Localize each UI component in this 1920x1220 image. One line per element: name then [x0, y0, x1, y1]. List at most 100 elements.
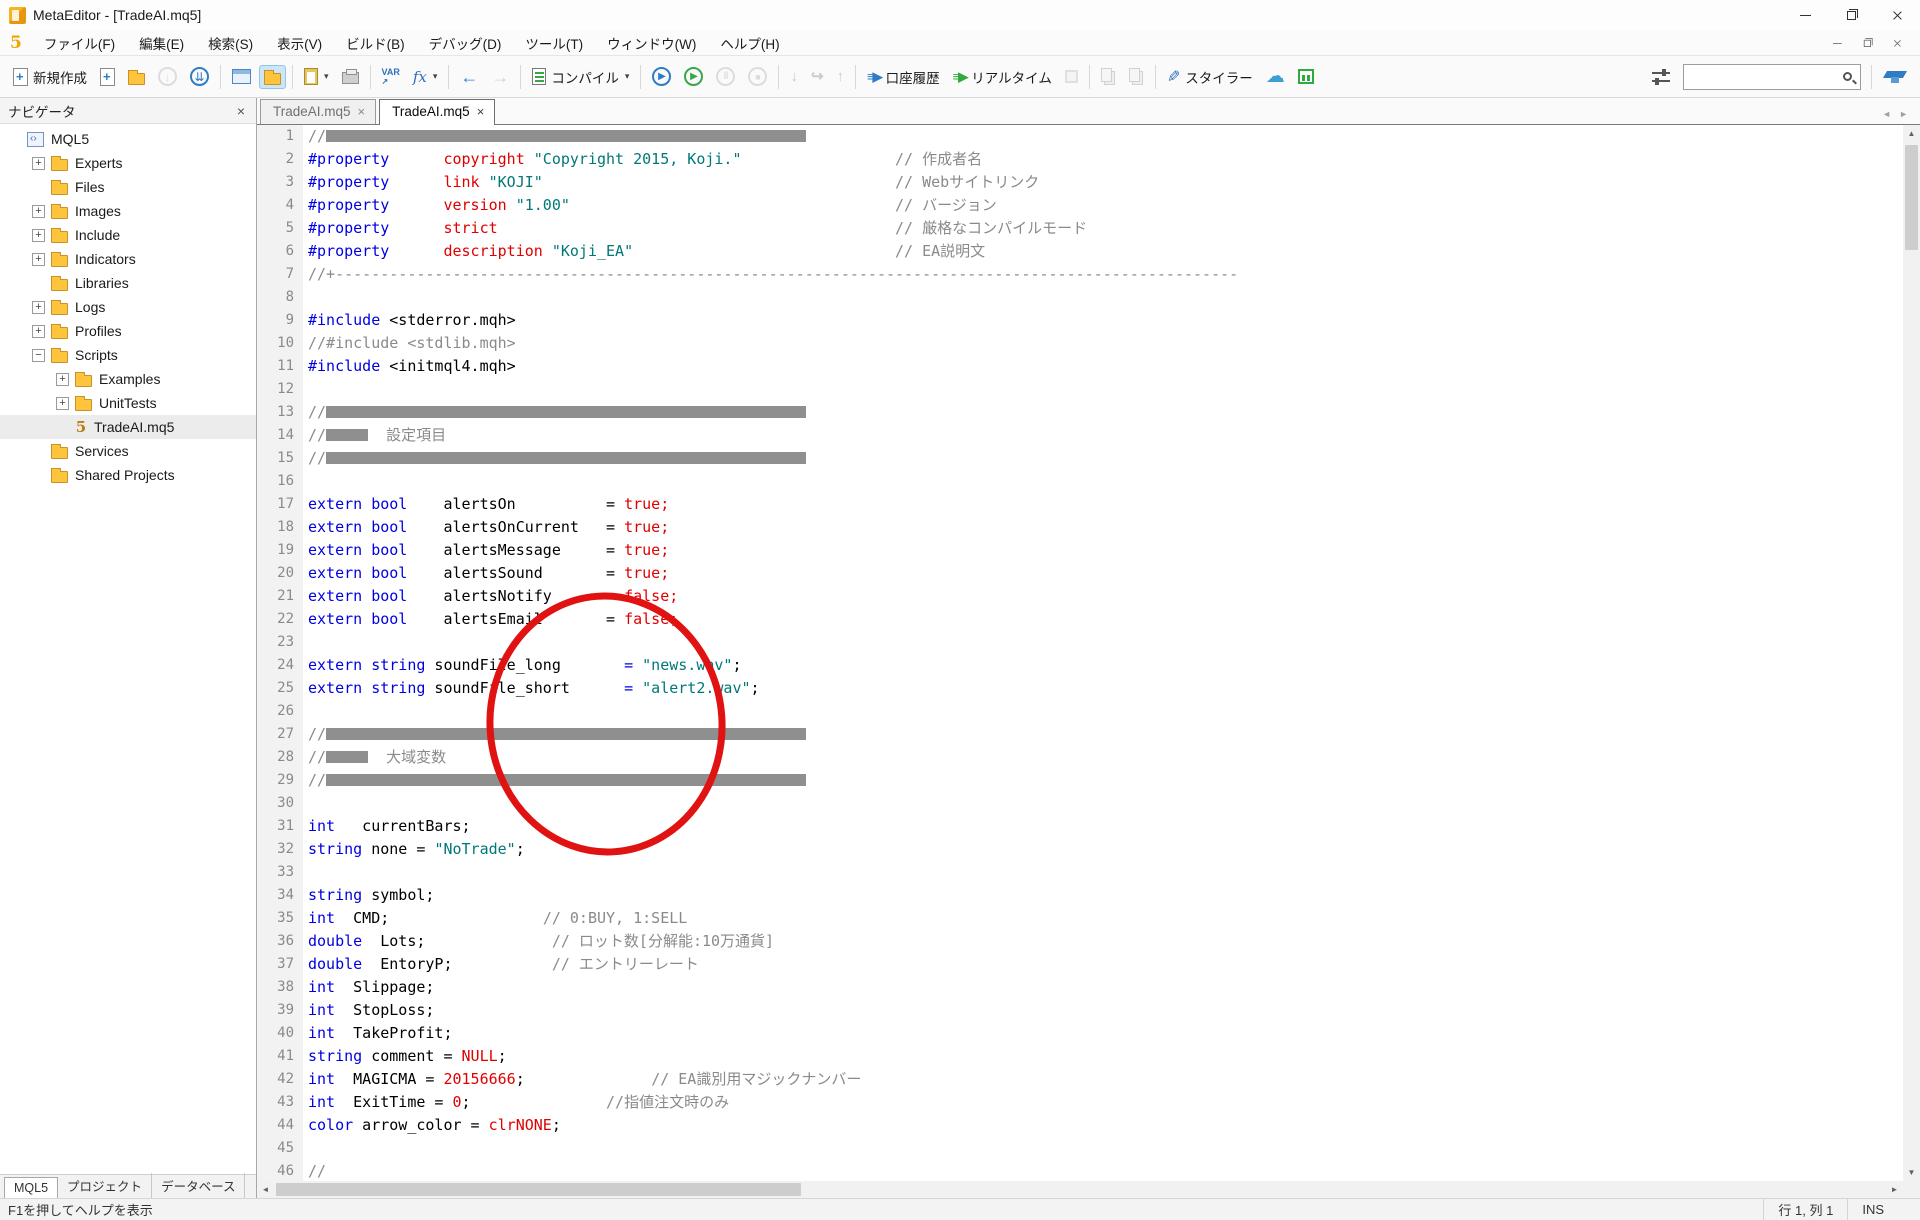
code-line[interactable]: 28// 大域変数 — [257, 746, 1903, 769]
code-line[interactable]: 24extern string soundFile_long = "news.w… — [257, 654, 1903, 677]
code-line[interactable]: 7//+------------------------------------… — [257, 263, 1903, 286]
navigate-back-button[interactable]: ← — [455, 65, 483, 89]
nav-tree-item[interactable]: +Images — [0, 199, 256, 223]
expand-plus-icon[interactable]: + — [32, 253, 45, 266]
stop-realtime-button[interactable] — [1060, 66, 1083, 87]
step-over-button[interactable]: ↪ — [806, 65, 829, 89]
collapse-minus-icon[interactable]: − — [32, 349, 45, 362]
styler-button[interactable]: ✎ スタイラー — [1162, 63, 1258, 91]
nav-tree-item[interactable]: +Include — [0, 223, 256, 247]
nav-tree-item[interactable]: Libraries — [0, 271, 256, 295]
doc-close-button[interactable] — [1885, 35, 1909, 51]
tab-scroll-left-icon[interactable]: ◄ — [1882, 109, 1891, 119]
code-line[interactable]: 34string symbol; — [257, 884, 1903, 907]
code-line[interactable]: 3#property link "KOJI" // Webサイトリンク — [257, 171, 1903, 194]
code-line[interactable]: 27// — [257, 723, 1903, 746]
menu-item[interactable]: デバッグ(D) — [417, 30, 514, 55]
code-editor[interactable]: 1//2#property copyright "Copyright 2015,… — [257, 125, 1903, 1181]
nav-tree-item[interactable]: MQL5 — [0, 127, 256, 151]
tab-scroll-right-icon[interactable]: ► — [1899, 109, 1908, 119]
nav-tree-item[interactable]: Shared Projects — [0, 463, 256, 487]
scroll-up-icon[interactable]: ▲ — [1903, 125, 1920, 142]
storage-update-button[interactable]: ⇊ — [185, 63, 214, 90]
code-line[interactable]: 31int currentBars; — [257, 815, 1903, 838]
tab-close-icon[interactable]: × — [358, 104, 366, 119]
menu-item[interactable]: ツール(T) — [513, 30, 595, 55]
search-icon[interactable] — [1843, 72, 1852, 81]
horizontal-scrollbar[interactable]: ◄ ► — [257, 1181, 1903, 1198]
storage-checkout-button[interactable]: ↓ — [153, 63, 182, 90]
code-line[interactable]: 39int StopLoss; — [257, 999, 1903, 1022]
open-folder-button[interactable] — [123, 65, 150, 89]
start-debug-button[interactable]: ▶ — [647, 63, 676, 90]
expand-plus-icon[interactable]: + — [32, 301, 45, 314]
navigator-close-icon[interactable]: × — [234, 103, 248, 119]
code-line[interactable]: 35int CMD; // 0:BUY, 1:SELL — [257, 907, 1903, 930]
code-line[interactable]: 1// — [257, 125, 1903, 148]
document-tab[interactable]: TradeAI.mq5 × — [260, 99, 376, 124]
storage-cloud-button[interactable]: ☁ — [1261, 64, 1290, 90]
code-line[interactable]: 42int MAGICMA = 20156666; // EA識別用マジックナン… — [257, 1068, 1903, 1091]
nav-tree-item[interactable]: −Scripts — [0, 343, 256, 367]
code-line[interactable]: 6#property description "Koji_EA" // EA説明… — [257, 240, 1903, 263]
expand-plus-icon[interactable]: + — [56, 397, 69, 410]
nav-tree-item[interactable]: 5TradeAI.mq5 — [0, 415, 256, 439]
menu-item[interactable]: 検索(S) — [196, 30, 265, 55]
new-file-button[interactable]: 新規作成 — [8, 63, 92, 91]
code-line[interactable]: 25extern string soundFile_short = "alert… — [257, 677, 1903, 700]
expand-plus-icon[interactable]: + — [32, 325, 45, 338]
code-line[interactable]: 41string comment = NULL; — [257, 1045, 1903, 1068]
expand-plus-icon[interactable]: + — [32, 205, 45, 218]
code-line[interactable]: 14// 設定項目 — [257, 424, 1903, 447]
code-line[interactable]: 5#property strict // 厳格なコンパイルモード — [257, 217, 1903, 240]
step-out-button[interactable]: ↑ — [832, 65, 850, 89]
scroll-right-icon[interactable]: ► — [1886, 1181, 1903, 1198]
function-list-button[interactable]: fx ▾ — [408, 64, 443, 90]
code-line[interactable]: 23 — [257, 631, 1903, 654]
code-line[interactable]: 38int Slippage; — [257, 976, 1903, 999]
code-line[interactable]: 30 — [257, 792, 1903, 815]
code-line[interactable]: 9#include <stderror.mqh> — [257, 309, 1903, 332]
expand-plus-icon[interactable]: + — [32, 229, 45, 242]
code-line[interactable]: 18extern bool alertsOnCurrent = true; — [257, 516, 1903, 539]
menu-item[interactable]: ファイル(F) — [32, 30, 127, 55]
doc-minimize-button[interactable] — [1825, 35, 1849, 51]
expand-plus-icon[interactable]: + — [56, 373, 69, 386]
code-line[interactable]: 10//#include <stdlib.mqh> — [257, 332, 1903, 355]
search-input[interactable] — [1684, 69, 1843, 84]
code-line[interactable]: 21extern bool alertsNotify = false; — [257, 585, 1903, 608]
code-line[interactable]: 43int ExitTime = 0; //指値注文時のみ — [257, 1091, 1903, 1114]
code-line[interactable]: 37double EntoryP; // エントリーレート — [257, 953, 1903, 976]
new-document-button[interactable] — [95, 64, 120, 90]
menu-item[interactable]: ウィンドウ(W) — [595, 30, 708, 55]
horizontal-scroll-thumb[interactable] — [276, 1183, 801, 1196]
code-line[interactable]: 45 — [257, 1137, 1903, 1160]
account-history-button[interactable]: ≡▶ 口座履歴 — [862, 63, 945, 91]
vertical-scroll-thumb[interactable] — [1905, 145, 1918, 250]
vertical-scrollbar[interactable]: ▲ ▼ — [1903, 125, 1920, 1181]
menu-item[interactable]: ビルド(B) — [334, 30, 417, 55]
stop-button[interactable]: ■ — [743, 63, 772, 90]
pause-button[interactable]: ‖ — [711, 63, 740, 90]
code-line[interactable]: 16 — [257, 470, 1903, 493]
code-line[interactable]: 33 — [257, 861, 1903, 884]
document-tab-active[interactable]: TradeAI.mq5 × — [379, 99, 495, 125]
code-line[interactable]: 32string none = "NoTrade"; — [257, 838, 1903, 861]
scroll-left-icon[interactable]: ◄ — [257, 1181, 274, 1198]
code-line[interactable]: 15// — [257, 447, 1903, 470]
code-line[interactable]: 22extern bool alertsEmail = false; — [257, 608, 1903, 631]
code-line[interactable]: 8 — [257, 286, 1903, 309]
print-button[interactable] — [337, 65, 364, 88]
nav-tree-item[interactable]: Files — [0, 175, 256, 199]
close-button[interactable] — [1874, 1, 1920, 30]
expand-plus-icon[interactable]: + — [32, 157, 45, 170]
realtime-button[interactable]: ≡▶ リアルタイム — [948, 63, 1057, 91]
code-line[interactable]: 40int TakeProfit; — [257, 1022, 1903, 1045]
nav-tree-item[interactable]: +Profiles — [0, 319, 256, 343]
code-line[interactable]: 17extern bool alertsOn = true; — [257, 493, 1903, 516]
profiler-copy-button[interactable] — [1096, 64, 1121, 89]
restore-button[interactable] — [1828, 1, 1874, 30]
doc-restore-button[interactable] — [1855, 35, 1879, 51]
help-education-button[interactable] — [1878, 65, 1912, 89]
nav-tree-item[interactable]: +UnitTests — [0, 391, 256, 415]
